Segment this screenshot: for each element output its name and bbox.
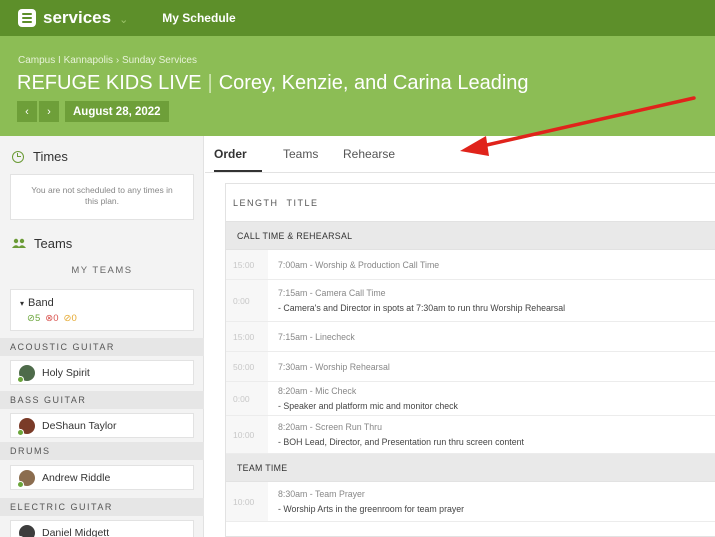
- tab-rehearse[interactable]: Rehearse: [343, 147, 395, 161]
- sidebar: Times You are not scheduled to any times…: [0, 136, 204, 537]
- member-name: Holy Spirit: [42, 366, 90, 379]
- team-name-label: Band: [28, 297, 54, 309]
- team-member-row[interactable]: Andrew Riddle: [10, 465, 194, 490]
- team-status-counts: ⊘5 ⊗0 ⊘0: [27, 313, 77, 324]
- item-length: 15:00: [226, 250, 268, 279]
- avatar: [17, 469, 35, 488]
- item-note: - Worship Arts in the greenroom for team…: [278, 504, 465, 514]
- team-member-row[interactable]: Daniel Midgett: [10, 520, 194, 537]
- avatar: [17, 364, 35, 383]
- member-name: Andrew Riddle: [42, 471, 111, 484]
- section-header[interactable]: TEAM TIME: [226, 454, 715, 482]
- top-navigation-bar: services ⌄ My Schedule: [0, 0, 715, 36]
- column-length: LENGTH: [233, 197, 279, 208]
- table-row[interactable]: 15:00 7:15am - Linecheck: [226, 322, 715, 352]
- item-note: - Camera's and Director in spots at 7:30…: [278, 303, 566, 313]
- item-length: 50:00: [226, 352, 268, 381]
- next-plan-button[interactable]: ›: [39, 101, 59, 122]
- table-row[interactable]: 10:00 8:20am - Screen Run Thru - BOH Lea…: [226, 416, 715, 454]
- table-row[interactable]: 0:00 8:20am - Mic Check - Speaker and pl…: [226, 382, 715, 416]
- item-title: 7:15am - Camera Call Time: [278, 288, 386, 298]
- app-name[interactable]: services: [43, 8, 111, 28]
- section-header[interactable]: CALL TIME & REHEARSAL: [226, 222, 715, 250]
- table-row[interactable]: 10:00 8:30am - Team Prayer - Worship Art…: [226, 482, 715, 522]
- declined-count: ⊗0: [45, 313, 59, 324]
- table-row[interactable]: 50:00 7:30am - Worship Rehearsal: [226, 352, 715, 382]
- item-note: - BOH Lead, Director, and Presentation r…: [278, 437, 524, 447]
- service-type-name: REFUGE KIDS LIVE: [17, 72, 202, 94]
- item-title: 7:30am - Worship Rehearsal: [278, 361, 390, 372]
- item-length: 0:00: [226, 280, 268, 321]
- plan-title[interactable]: Corey, Kenzie, and Carina Leading: [219, 72, 529, 94]
- item-length: 10:00: [226, 416, 268, 453]
- item-title: 7:15am - Linecheck: [278, 331, 355, 342]
- item-length: 10:00: [226, 482, 268, 521]
- active-tab-indicator: [214, 170, 262, 172]
- item-length: 15:00: [226, 322, 268, 351]
- plan-date-button[interactable]: August 28, 2022: [65, 101, 169, 122]
- member-name: DeShaun Taylor: [42, 419, 117, 432]
- pending-count: ⊘0: [63, 313, 77, 324]
- position-label: ELECTRIC GUITAR: [0, 498, 204, 516]
- my-teams-label: MY TEAMS: [71, 265, 133, 276]
- item-title: 8:20am - Mic Check: [278, 386, 357, 396]
- annotation-arrow-icon: [460, 96, 696, 156]
- order-table: LENGTH TITLE CALL TIME & REHEARSAL 15:00…: [225, 183, 715, 537]
- clock-icon: [12, 150, 24, 163]
- position-label: BASS GUITAR: [0, 391, 204, 409]
- nav-my-schedule[interactable]: My Schedule: [162, 11, 235, 25]
- table-column-header: LENGTH TITLE: [226, 184, 715, 222]
- title-separator: |: [207, 72, 213, 94]
- plan-main-panel: Order Teams Rehearse LENGTH TITLE CALL T…: [205, 136, 715, 537]
- avatar: [17, 524, 35, 537]
- team-card-band[interactable]: ▾ Band ⊘5 ⊗0 ⊘0: [10, 289, 194, 331]
- previous-plan-button[interactable]: ‹: [17, 101, 37, 122]
- teams-heading-label: Teams: [34, 236, 73, 251]
- times-heading: Times: [12, 149, 68, 164]
- position-label: DRUMS: [0, 442, 204, 460]
- item-title: 8:30am - Team Prayer: [278, 489, 365, 499]
- team-member-row[interactable]: DeShaun Taylor: [10, 413, 194, 438]
- breadcrumb[interactable]: Campus I Kannapolis › Sunday Services: [18, 55, 197, 66]
- team-member-row[interactable]: Holy Spirit: [10, 360, 194, 385]
- avatar: [17, 417, 35, 436]
- table-row[interactable]: 15:00 7:00am - Worship & Production Call…: [226, 250, 715, 280]
- tab-teams[interactable]: Teams: [283, 147, 318, 161]
- position-label: ACOUSTIC GUITAR: [0, 338, 204, 356]
- item-length: 0:00: [226, 382, 268, 415]
- teams-heading: Teams: [12, 236, 72, 251]
- times-notice: You are not scheduled to any times in th…: [10, 174, 194, 220]
- app-switcher-chevron-icon[interactable]: ⌄: [119, 13, 128, 26]
- people-icon: [12, 238, 26, 248]
- member-name: Daniel Midgett: [42, 526, 110, 537]
- date-navigation: ‹ › August 28, 2022: [17, 101, 169, 122]
- tab-order[interactable]: Order: [214, 147, 247, 161]
- times-heading-label: Times: [33, 149, 68, 164]
- table-row[interactable]: 0:00 7:15am - Camera Call Time - Camera'…: [226, 280, 715, 322]
- item-title: 8:20am - Screen Run Thru: [278, 422, 382, 432]
- services-logo-icon[interactable]: [18, 9, 36, 27]
- item-title: 7:00am - Worship & Production Call Time: [278, 259, 440, 270]
- confirmed-count: ⊘5: [27, 313, 41, 324]
- team-name: ▾ Band: [20, 297, 54, 309]
- column-title: TITLE: [286, 197, 319, 208]
- collapse-triangle-icon[interactable]: ▾: [20, 299, 24, 308]
- item-note: - Speaker and platform mic and monitor c…: [278, 401, 458, 411]
